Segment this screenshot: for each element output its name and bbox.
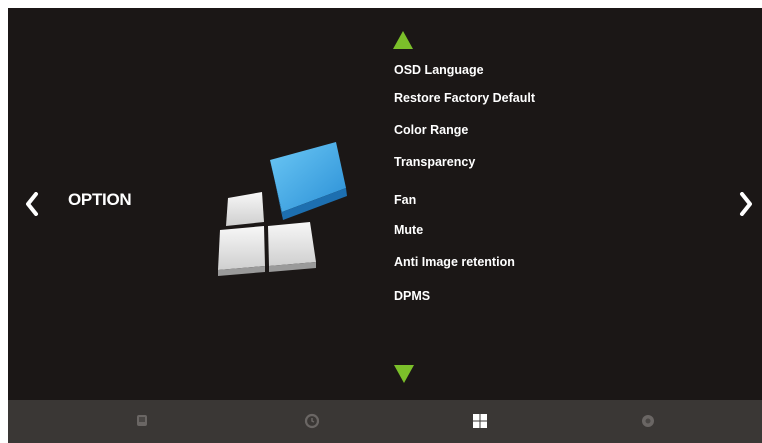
menu-item-dpms[interactable]: DPMS xyxy=(394,288,430,304)
section-title: OPTION xyxy=(68,190,132,209)
gear-icon[interactable] xyxy=(640,413,656,429)
bottom-tab-bar xyxy=(8,400,762,443)
chevron-right-icon[interactable] xyxy=(738,192,754,216)
menu-item-restore-factory-default[interactable]: Restore Factory Default xyxy=(394,90,535,106)
menu-item-transparency[interactable]: Transparency xyxy=(394,154,475,170)
menu-item-color-range[interactable]: Color Range xyxy=(394,122,468,138)
clock-icon[interactable] xyxy=(304,413,320,429)
menu-item-mute[interactable]: Mute xyxy=(394,222,423,238)
option-tiles-graphic xyxy=(210,130,360,280)
chevron-left-icon[interactable] xyxy=(24,192,40,216)
triangle-up-icon[interactable] xyxy=(392,30,414,50)
picture-icon[interactable] xyxy=(134,413,150,429)
menu-item-anti-image-retention[interactable]: Anti Image retention xyxy=(394,254,515,270)
menu-item-fan[interactable]: Fan xyxy=(394,192,416,208)
grid-icon[interactable] xyxy=(472,413,488,429)
osd-screen: OPTION OSD Language Restore Factory Defa… xyxy=(8,8,762,443)
menu-item-osd-language[interactable]: OSD Language xyxy=(394,62,484,78)
triangle-down-icon[interactable] xyxy=(393,364,415,384)
